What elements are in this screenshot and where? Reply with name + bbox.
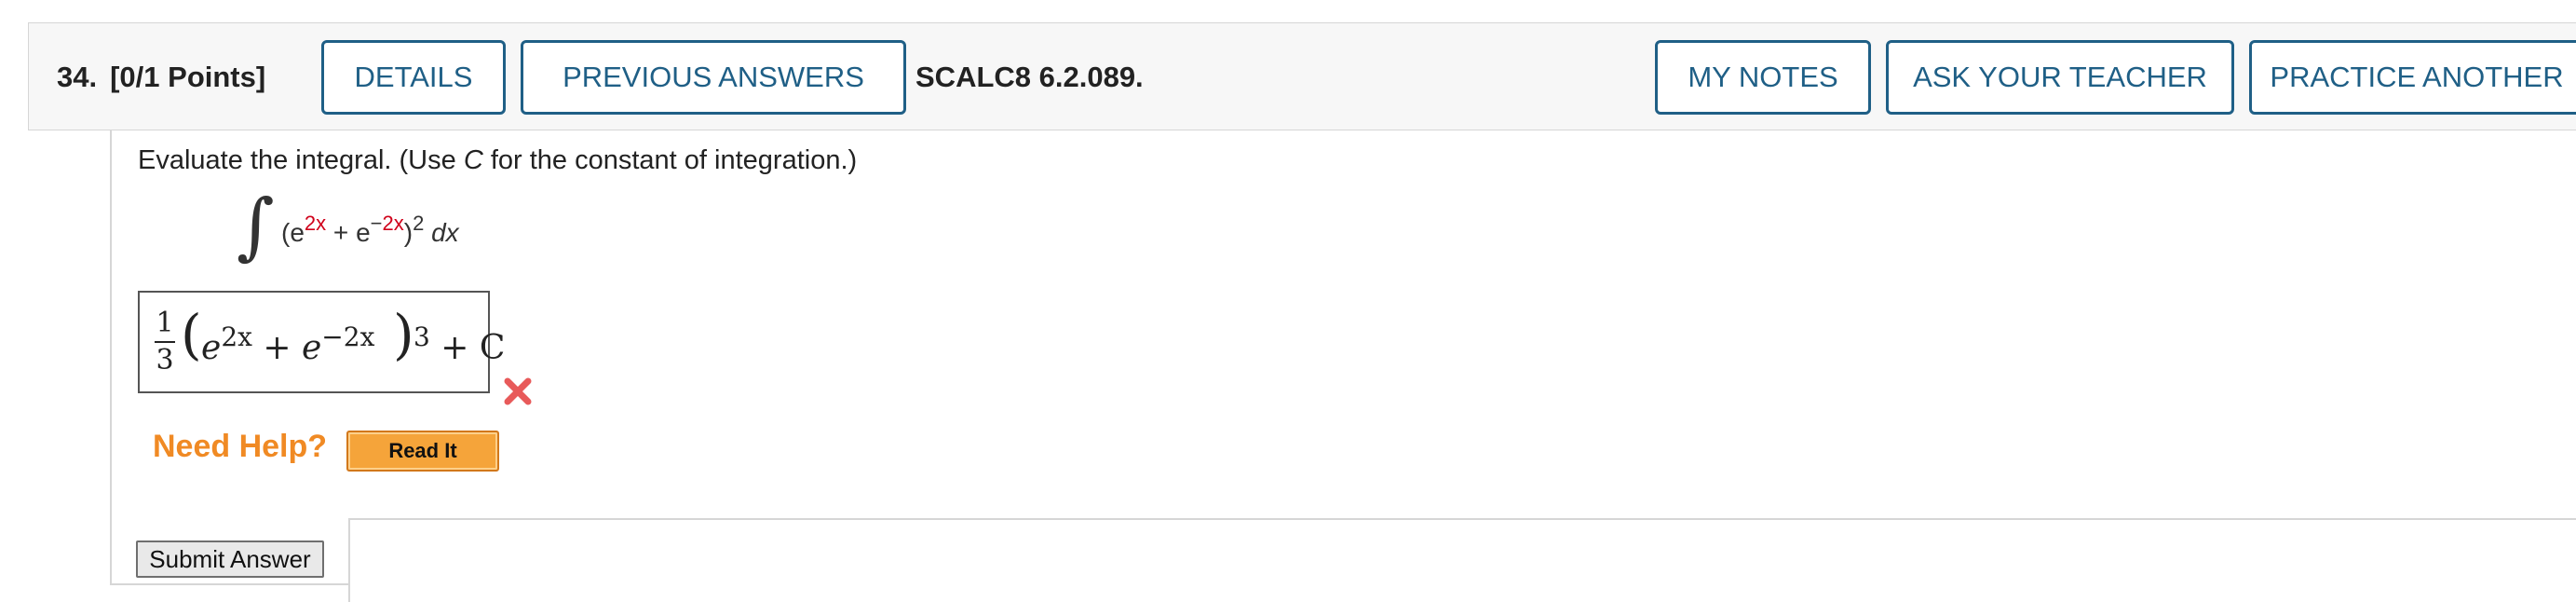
ask-your-teacher-button[interactable]: ASK YOUR TEACHER	[1886, 40, 2234, 115]
integrand-plus: + e	[326, 218, 371, 247]
question-number: 34. [0/1 Points]	[57, 23, 265, 131]
answer-plus: +	[251, 329, 302, 367]
answer-body: e2x + e−2x	[201, 324, 374, 367]
integral-sign: ∫	[237, 185, 275, 268]
question-header: 34. [0/1 Points] DETAILS PREVIOUS ANSWERS…	[28, 22, 2576, 130]
details-button[interactable]: DETAILS	[321, 40, 506, 115]
answer-input[interactable]: 1 3 ( e2x + e−2x ) 3 + C	[138, 291, 505, 393]
answer-exponent-1: 2x	[221, 322, 252, 352]
integrand-dx: dx	[424, 218, 459, 247]
answer-base-1: e	[201, 329, 222, 367]
integrand-exponent-2-sign: −	[370, 212, 383, 235]
red-x-icon	[504, 377, 532, 405]
fraction-bar	[155, 341, 175, 343]
answer-base-2: e	[301, 329, 322, 367]
read-it-button[interactable]: Read It	[346, 431, 499, 472]
question-body-bottom-border	[110, 583, 352, 585]
instruction-prefix: Evaluate the integral. (Use	[138, 145, 464, 175]
fraction-numerator: 1	[156, 307, 174, 339]
instruction-suffix: for the constant of integration.)	[482, 145, 858, 175]
practice-another-button[interactable]: PRACTICE ANOTHER	[2249, 40, 2576, 115]
integrand-exponent-2: 2x	[382, 212, 404, 235]
answer-open-paren: (	[181, 303, 202, 366]
answer-exponent-2: −2x	[321, 322, 375, 352]
integrand: (e2x + e−2x)2 dx	[281, 213, 459, 247]
integrand-exponent-1: 2x	[304, 212, 327, 235]
answer-fraction: 1 3	[155, 309, 175, 375]
instruction-variable: C	[463, 145, 483, 175]
answer-tail: 3 + C	[414, 324, 506, 367]
submit-answer-button[interactable]: Submit Answer	[136, 540, 324, 578]
integrand-power: 2	[413, 212, 425, 235]
need-help-label: Need Help?	[153, 429, 328, 464]
my-notes-button[interactable]: MY NOTES	[1655, 40, 1871, 115]
question-reference: SCALC8 6.2.089.	[915, 61, 1144, 93]
work-area-panel	[348, 518, 2576, 602]
answer-constant: + C	[429, 329, 506, 367]
fraction-denominator: 3	[156, 344, 174, 376]
instruction-text: Evaluate the integral. (Use C for the co…	[138, 145, 857, 176]
question-number-label: 34.	[57, 61, 98, 93]
answer-power: 3	[414, 322, 430, 352]
previous-answers-button[interactable]: PREVIOUS ANSWERS	[521, 40, 906, 115]
question-body-border	[110, 130, 112, 585]
answer-close-paren: )	[393, 303, 414, 366]
integrand-close: )	[403, 218, 414, 247]
integrand-open: (e	[281, 218, 305, 247]
points-label: [0/1 Points]	[110, 61, 266, 93]
